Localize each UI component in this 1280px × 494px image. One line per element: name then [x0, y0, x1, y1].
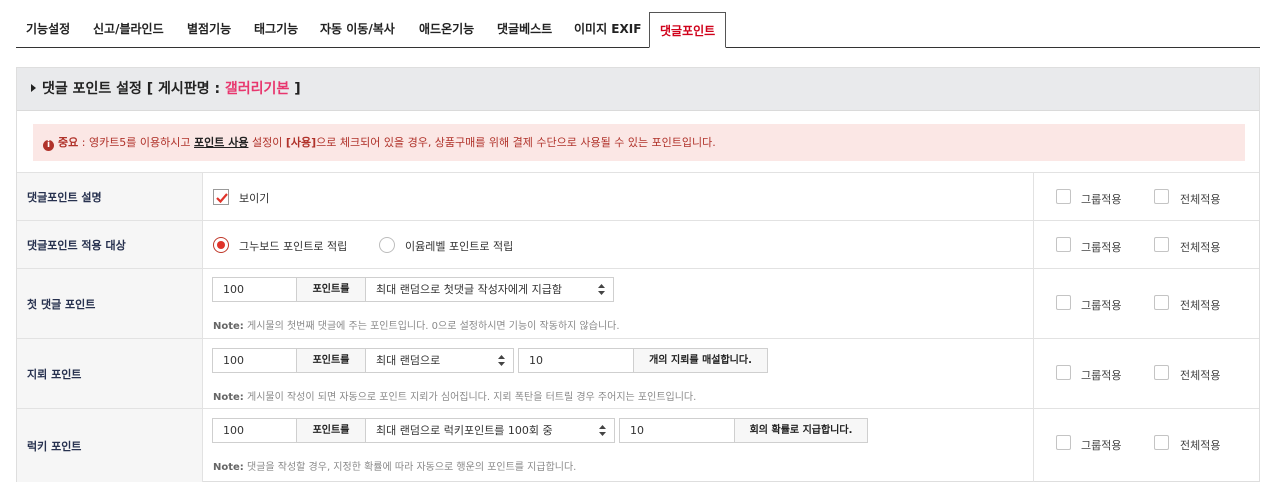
group-apply-label: 그룹적용 — [1081, 369, 1122, 382]
group-apply-checkbox[interactable] — [1056, 435, 1071, 450]
group-apply-label: 그룹적용 — [1081, 299, 1122, 312]
row-first-comment: 첫 댓글 포인트 100 포인트를 최대 랜덤으로 첫댓글 작성자에게 지급함 … — [17, 268, 1259, 338]
tab-report-blind[interactable]: 신고/블라인드 — [93, 12, 164, 47]
all-apply-label: 전체적용 — [1180, 241, 1221, 254]
first-point-input[interactable]: 100 — [212, 277, 297, 302]
mine-point-mode-select[interactable]: 최대 랜덤으로 — [365, 348, 514, 373]
row-label: 지뢰 포인트 — [17, 339, 203, 408]
caret-right-icon — [31, 84, 36, 92]
first-point-mode-select[interactable]: 최대 랜덤으로 첫댓글 작성자에게 지급함 — [365, 277, 614, 302]
lucky-point-note: Note: 댓글을 작성할 경우, 지정한 확률에 따라 자동으로 행운의 포인… — [213, 462, 577, 473]
lucky-count-input[interactable]: 10 — [619, 418, 735, 443]
group-apply-checkbox[interactable] — [1056, 237, 1071, 252]
mine-point-input[interactable]: 100 — [212, 348, 297, 373]
important-notice: i 중요 : 영카트5를 이용하시고 포인트 사용 설정이 [사용]으로 체크되어… — [33, 124, 1245, 161]
all-apply-checkbox[interactable] — [1154, 295, 1169, 310]
group-apply-label: 그룹적용 — [1081, 193, 1122, 206]
show-label: 보이기 — [239, 192, 270, 205]
tab-basic-settings[interactable]: 기능설정 — [26, 12, 70, 47]
apply-options: 그룹적용 전체적용 — [1033, 173, 1259, 220]
apply-options: 그룹적용 전체적용 — [1033, 409, 1259, 482]
row-lucky-point: 럭키 포인트 100 포인트를 최대 랜덤으로 럭키포인트를 100회 중 10… — [17, 408, 1259, 482]
lucky-point-mode-select[interactable]: 최대 랜덤으로 럭키포인트를 100회 중 — [365, 418, 615, 443]
tab-auto-move-copy[interactable]: 자동 이동/복사 — [320, 12, 395, 47]
row-description: 댓글포인트 설명 보이기 그룹적용 전체적용 — [17, 172, 1259, 220]
all-apply-label: 전체적용 — [1180, 193, 1221, 206]
row-label: 댓글포인트 적용 대상 — [17, 221, 203, 268]
row-label: 첫 댓글 포인트 — [17, 269, 203, 338]
row-target: 댓글포인트 적용 대상 그누보드 포인트로 적립 이윰레벨 포인트로 적립 그룹… — [17, 220, 1259, 268]
all-apply-checkbox[interactable] — [1154, 365, 1169, 380]
gnuboard-point-radio[interactable] — [213, 237, 229, 253]
tab-comment-best[interactable]: 댓글베스트 — [497, 12, 552, 47]
all-apply-label: 전체적용 — [1180, 299, 1221, 312]
all-apply-label: 전체적용 — [1180, 439, 1221, 452]
comment-point-panel: 댓글 포인트 설정 [ 게시판명 : 갤러리기본 ] i 중요 : 영카트5를 이… — [16, 67, 1260, 482]
tab-tags[interactable]: 태그기능 — [254, 12, 298, 47]
all-apply-checkbox[interactable] — [1154, 237, 1169, 252]
group-apply-label: 그룹적용 — [1081, 439, 1122, 452]
panel-header: 댓글 포인트 설정 [ 게시판명 : 갤러리기본 ] — [17, 68, 1259, 111]
group-apply-checkbox[interactable] — [1056, 189, 1071, 204]
tab-rating[interactable]: 별점기능 — [187, 12, 231, 47]
group-apply-label: 그룹적용 — [1081, 241, 1122, 254]
point-unit-addon: 포인트를 — [296, 277, 366, 302]
gnuboard-point-label: 그누보드 포인트로 적립 — [239, 240, 348, 253]
apply-options: 그룹적용 전체적용 — [1033, 339, 1259, 408]
settings-tabs: 기능설정 신고/블라인드 별점기능 태그기능 자동 이동/복사 애드온기능 댓글… — [16, 12, 1260, 48]
row-label: 댓글포인트 설명 — [17, 173, 203, 220]
mine-count-suffix: 개의 지뢰를 매설합니다. — [633, 348, 768, 373]
all-apply-checkbox[interactable] — [1154, 435, 1169, 450]
point-unit-addon: 포인트를 — [296, 348, 366, 373]
eyoom-point-label: 이윰레벨 포인트로 적립 — [405, 240, 514, 253]
check-icon — [216, 193, 228, 204]
first-point-note: Note: 게시물의 첫번째 댓글에 주는 포인트입니다. 0으로 설정하시면 … — [213, 321, 620, 332]
lucky-count-suffix: 회의 확률로 지급합니다. — [734, 418, 868, 443]
group-apply-checkbox[interactable] — [1056, 295, 1071, 310]
board-name: 갤러리기본 — [224, 81, 290, 97]
point-unit-addon: 포인트를 — [296, 418, 366, 443]
panel-title: 댓글 포인트 설정 [ 게시판명 : 갤러리기본 ] — [31, 68, 301, 111]
lucky-point-input[interactable]: 100 — [212, 418, 297, 443]
tab-comment-points[interactable]: 댓글포인트 — [649, 12, 727, 48]
row-label: 럭키 포인트 — [17, 409, 203, 482]
tab-addons[interactable]: 애드온기능 — [419, 12, 474, 47]
mine-point-note: Note: 게시물이 작성이 되면 자동으로 포인트 지뢰가 심어집니다. 지뢰… — [213, 392, 697, 403]
tab-image-exif[interactable]: 이미지 EXIF — [574, 12, 641, 47]
select-arrows-icon — [498, 355, 505, 366]
all-apply-checkbox[interactable] — [1154, 189, 1169, 204]
all-apply-label: 전체적용 — [1180, 369, 1221, 382]
row-mine-point: 지뢰 포인트 100 포인트를 최대 랜덤으로 10 개의 지뢰를 매설합니다.… — [17, 338, 1259, 408]
info-circle-icon: i — [43, 140, 54, 151]
apply-options: 그룹적용 전체적용 — [1033, 221, 1259, 268]
select-arrows-icon — [599, 425, 606, 436]
apply-options: 그룹적용 전체적용 — [1033, 269, 1259, 338]
select-arrows-icon — [598, 284, 605, 295]
eyoom-point-radio[interactable] — [379, 237, 395, 253]
group-apply-checkbox[interactable] — [1056, 365, 1071, 380]
show-description-checkbox[interactable] — [213, 189, 229, 205]
mine-count-input[interactable]: 10 — [518, 348, 634, 373]
